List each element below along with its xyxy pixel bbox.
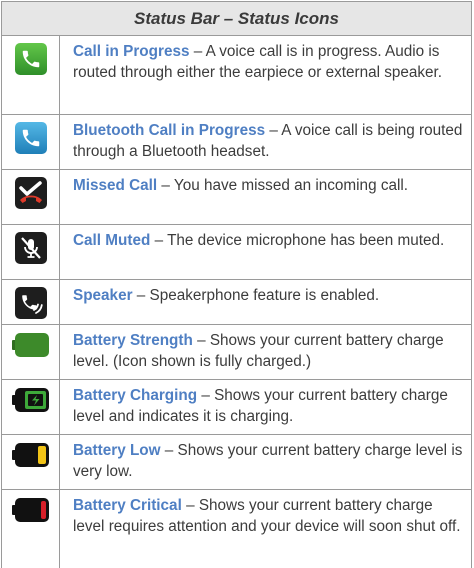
table-header: Status Bar – Status Icons xyxy=(1,1,472,36)
icon-cell xyxy=(2,435,60,489)
row-text: Battery Strength – Shows your current ba… xyxy=(60,325,471,379)
row-text: Speaker – Speakerphone feature is enable… xyxy=(60,280,471,324)
icon-cell xyxy=(2,225,60,279)
term-label: Call in Progress xyxy=(73,43,190,60)
term-description: – The device microphone has been muted. xyxy=(150,232,445,249)
row-text: Call in Progress – A voice call is in pr… xyxy=(60,36,471,114)
term-label: Missed Call xyxy=(73,177,158,194)
speaker-icon xyxy=(14,287,47,319)
icon-cell xyxy=(2,36,60,114)
term-label: Battery Low xyxy=(73,442,161,459)
battery-full-icon xyxy=(11,332,50,358)
status-icons-table: Status Bar – Status Icons Call in Progre… xyxy=(1,1,472,568)
term-description: – You have missed an incoming call. xyxy=(157,177,409,194)
row-text: Missed Call – You have missed an incomin… xyxy=(60,170,471,224)
icon-cell xyxy=(2,325,60,379)
battery-low-icon xyxy=(11,442,50,468)
icon-cell xyxy=(2,490,60,568)
missed-call-icon xyxy=(14,177,47,209)
table-row: Call in Progress – A voice call is in pr… xyxy=(1,36,472,115)
term-label: Bluetooth Call in Progress xyxy=(73,122,266,139)
icon-cell xyxy=(2,280,60,324)
battery-critical-icon xyxy=(11,497,50,523)
term-label: Speaker xyxy=(73,287,133,304)
call-in-progress-icon xyxy=(14,43,47,75)
term-label: Battery Strength xyxy=(73,332,193,349)
call-muted-icon xyxy=(14,232,47,264)
term-description: – Speakerphone feature is enabled. xyxy=(132,287,380,304)
bluetooth-call-icon xyxy=(14,122,47,154)
table-row: Bluetooth Call in Progress – A voice cal… xyxy=(1,115,472,170)
table-row: Missed Call – You have missed an incomin… xyxy=(1,170,472,225)
term-label: Battery Critical xyxy=(73,497,182,514)
icon-cell xyxy=(2,115,60,169)
table-row: Battery Low – Shows your current battery… xyxy=(1,435,472,490)
term-label: Battery Charging xyxy=(73,387,198,404)
icon-cell xyxy=(2,380,60,434)
row-text: Battery Critical – Shows your current ba… xyxy=(60,490,471,568)
table-row: Speaker – Speakerphone feature is enable… xyxy=(1,280,472,325)
battery-charging-icon xyxy=(11,387,50,413)
table-row: Battery Charging – Shows your current ba… xyxy=(1,380,472,435)
table-row: Battery Critical – Shows your current ba… xyxy=(1,490,472,568)
row-text: Bluetooth Call in Progress – A voice cal… xyxy=(60,115,471,169)
term-label: Call Muted xyxy=(73,232,151,249)
table-row: Battery Strength – Shows your current ba… xyxy=(1,325,472,380)
icon-cell xyxy=(2,170,60,224)
table-row: Call Muted – The device microphone has b… xyxy=(1,225,472,280)
row-text: Call Muted – The device microphone has b… xyxy=(60,225,471,279)
row-text: Battery Low – Shows your current battery… xyxy=(60,435,471,489)
row-text: Battery Charging – Shows your current ba… xyxy=(60,380,471,434)
